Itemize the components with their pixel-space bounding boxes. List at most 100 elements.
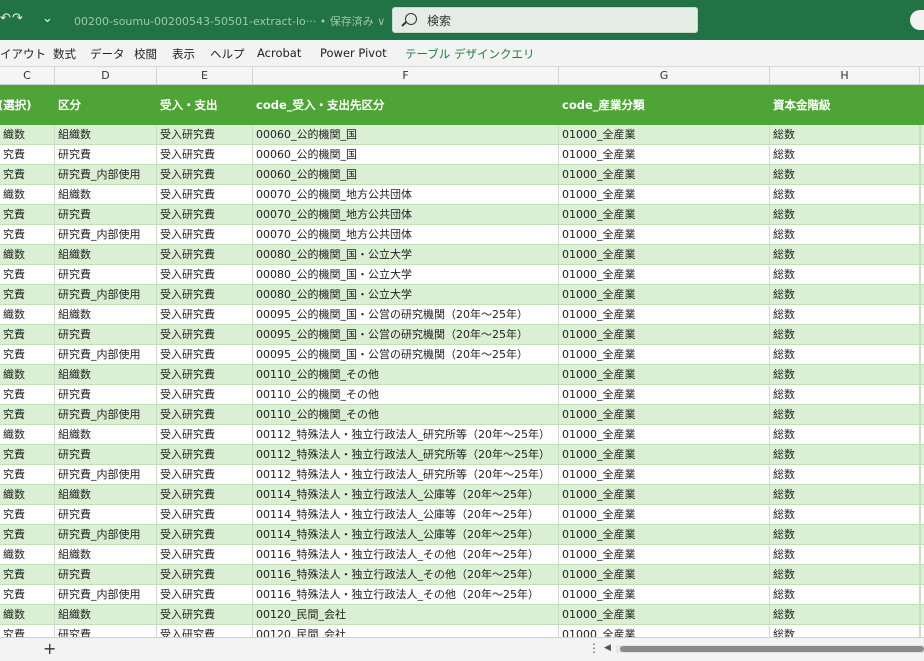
document-title[interactable]: 00200-soumu-00200543-50501-extract-lo···… — [74, 13, 385, 29]
cell-receipt-expense[interactable]: 受入研究費 — [157, 305, 253, 324]
cell-category[interactable]: 組織数 — [55, 485, 157, 504]
cell-industry-code[interactable]: 01000_全産業 — [559, 605, 770, 624]
cell-capital-class[interactable]: 総数 — [770, 285, 920, 304]
cell-industry-code[interactable]: 01000_全産業 — [559, 425, 770, 444]
cell-category[interactable]: 研究費 — [55, 445, 157, 464]
cell-counterparty-code[interactable]: 00116_特殊法人・独立行政法人_その他（20年～25年） — [253, 565, 559, 584]
cell-capital-class[interactable]: 総数 — [770, 245, 920, 264]
cell-receipt-expense[interactable]: 受入研究費 — [157, 205, 253, 224]
cell-receipt-expense[interactable]: 受入研究費 — [157, 285, 253, 304]
cell-capital-class[interactable]: 総数 — [770, 305, 920, 324]
header-cell-selection[interactable]: (選択) — [0, 97, 32, 113]
column-letter-c[interactable]: C — [0, 67, 55, 84]
cell-category[interactable]: 研究費_内部使用 — [55, 225, 157, 244]
cell-capital-class[interactable]: 総数 — [770, 405, 920, 424]
column-letter-e[interactable]: E — [157, 67, 253, 84]
cell-industry-code[interactable]: 01000_全産業 — [559, 485, 770, 504]
cell-industry-code[interactable]: 01000_全産業 — [559, 465, 770, 484]
cell-category[interactable]: 研究費_内部使用 — [55, 345, 157, 364]
table-row[interactable]: 究費 研究費_内部使用 受入研究費 00080_公的機関_国・公立大学 01000_全産… — [0, 285, 924, 305]
column-letter-f[interactable]: F — [253, 67, 559, 84]
cell-industry-code[interactable]: 01000_全産業 — [559, 225, 770, 244]
cell-category[interactable]: 組織数 — [55, 605, 157, 624]
cell-category[interactable]: 研究費_内部使用 — [55, 465, 157, 484]
cell-counterparty-code[interactable]: 00110_公的機関_その他 — [253, 385, 559, 404]
cell-industry-code[interactable]: 01000_全産業 — [559, 525, 770, 544]
cell-category[interactable]: 組織数 — [55, 125, 157, 144]
cell-counterparty-code[interactable]: 00120_民間_会社 — [253, 605, 559, 624]
cell-category[interactable]: 組織数 — [55, 365, 157, 384]
tab-table-design[interactable]: テーブル デザイン — [405, 46, 500, 62]
cell-counterparty-code[interactable]: 00114_特殊法人・独立行政法人_公庫等（20年～25年） — [253, 505, 559, 524]
header-cell-industry-code[interactable]: code_産業分類 — [562, 97, 645, 113]
cell-receipt-expense[interactable]: 受入研究費 — [157, 445, 253, 464]
cell-industry-code[interactable]: 01000_全産業 — [559, 245, 770, 264]
tab-page-layout[interactable]: イアウト — [0, 46, 46, 62]
cell-capital-class[interactable]: 総数 — [770, 345, 920, 364]
cell-selection[interactable]: 織数 — [0, 365, 55, 384]
table-row[interactable]: 究費 研究費 受入研究費 00110_公的機関_その他 01000_全産業 総数 — [0, 385, 924, 405]
cell-capital-class[interactable]: 総数 — [770, 485, 920, 504]
table-row[interactable]: 究費 研究費 受入研究費 00070_公的機関_地方公共団体 01000_全産業 総数 — [0, 205, 924, 225]
cell-counterparty-code[interactable]: 00070_公的機関_地方公共団体 — [253, 185, 559, 204]
column-letter-d[interactable]: D — [55, 67, 157, 84]
cell-capital-class[interactable]: 総数 — [770, 585, 920, 604]
cell-receipt-expense[interactable]: 受入研究費 — [157, 185, 253, 204]
search-box[interactable]: 検索 — [392, 7, 698, 33]
cell-capital-class[interactable]: 総数 — [770, 625, 920, 637]
table-row[interactable]: 究費 研究費 受入研究費 00116_特殊法人・独立行政法人_その他（20年～25年）… — [0, 565, 924, 585]
cell-industry-code[interactable]: 01000_全産業 — [559, 365, 770, 384]
cell-counterparty-code[interactable]: 00120_民間_会社 — [253, 625, 559, 637]
table-row[interactable]: 究費 研究費 受入研究費 00112_特殊法人・独立行政法人_研究所等（20年～25年… — [0, 445, 924, 465]
table-row[interactable]: 究費 研究費 受入研究費 00095_公的機関_国・公営の研究機関（20年～25年） 0… — [0, 325, 924, 345]
cell-receipt-expense[interactable]: 受入研究費 — [157, 145, 253, 164]
cell-capital-class[interactable]: 総数 — [770, 225, 920, 244]
cell-selection[interactable]: 究費 — [0, 565, 55, 584]
cell-receipt-expense[interactable]: 受入研究費 — [157, 625, 253, 637]
cell-capital-class[interactable]: 総数 — [770, 545, 920, 564]
cell-industry-code[interactable]: 01000_全産業 — [559, 385, 770, 404]
cell-counterparty-code[interactable]: 00114_特殊法人・独立行政法人_公庫等（20年～25年） — [253, 525, 559, 544]
tab-view[interactable]: 表示 — [172, 46, 195, 62]
cell-receipt-expense[interactable]: 受入研究費 — [157, 245, 253, 264]
cell-category[interactable]: 研究費_内部使用 — [55, 165, 157, 184]
cell-industry-code[interactable]: 01000_全産業 — [559, 265, 770, 284]
quick-access-menu-icon[interactable]: ⌄ — [42, 11, 53, 26]
cell-counterparty-code[interactable]: 00060_公的機関_国 — [253, 145, 559, 164]
cell-industry-code[interactable]: 01000_全産業 — [559, 285, 770, 304]
cell-industry-code[interactable]: 01000_全産業 — [559, 205, 770, 224]
table-row[interactable]: 織数 組織数 受入研究費 00080_公的機関_国・公立大学 01000_全産業 総数 — [0, 245, 924, 265]
cell-category[interactable]: 研究費 — [55, 325, 157, 344]
cell-counterparty-code[interactable]: 00080_公的機関_国・公立大学 — [253, 245, 559, 264]
header-cell-category[interactable]: 区分 — [58, 97, 81, 113]
cell-industry-code[interactable]: 01000_全産業 — [559, 565, 770, 584]
undo-icon[interactable]: ↶ — [0, 11, 11, 26]
tab-query[interactable]: クエリ — [500, 46, 535, 62]
cell-selection[interactable]: 究費 — [0, 345, 55, 364]
tab-review[interactable]: 校閲 — [134, 46, 157, 62]
cell-counterparty-code[interactable]: 00060_公的機関_国 — [253, 125, 559, 144]
cell-capital-class[interactable]: 総数 — [770, 505, 920, 524]
cell-selection[interactable]: 究費 — [0, 385, 55, 404]
cell-selection[interactable]: 究費 — [0, 265, 55, 284]
cell-capital-class[interactable]: 総数 — [770, 565, 920, 584]
cell-capital-class[interactable]: 総数 — [770, 385, 920, 404]
cell-category[interactable]: 組織数 — [55, 545, 157, 564]
table-row[interactable]: 織数 組織数 受入研究費 00120_民間_会社 01000_全産業 総数 — [0, 605, 924, 625]
cell-industry-code[interactable]: 01000_全産業 — [559, 345, 770, 364]
cell-receipt-expense[interactable]: 受入研究費 — [157, 605, 253, 624]
header-cell-capital-class[interactable]: 資本金階級 — [773, 97, 831, 113]
cell-category[interactable]: 研究費 — [55, 145, 157, 164]
cell-selection[interactable]: 究費 — [0, 285, 55, 304]
cell-selection[interactable]: 究費 — [0, 165, 55, 184]
cell-selection[interactable]: 究費 — [0, 225, 55, 244]
cell-capital-class[interactable]: 総数 — [770, 205, 920, 224]
cell-receipt-expense[interactable]: 受入研究費 — [157, 485, 253, 504]
cell-receipt-expense[interactable]: 受入研究費 — [157, 325, 253, 344]
table-row[interactable]: 究費 研究費_内部使用 受入研究費 00110_公的機関_その他 01000_全産業 総数 — [0, 405, 924, 425]
cell-counterparty-code[interactable]: 00116_特殊法人・独立行政法人_その他（20年～25年） — [253, 545, 559, 564]
cell-counterparty-code[interactable]: 00070_公的機関_地方公共団体 — [253, 225, 559, 244]
more-options-icon[interactable]: ⋮ — [588, 641, 600, 655]
cell-counterparty-code[interactable]: 00114_特殊法人・独立行政法人_公庫等（20年～25年） — [253, 485, 559, 504]
cell-industry-code[interactable]: 01000_全産業 — [559, 445, 770, 464]
